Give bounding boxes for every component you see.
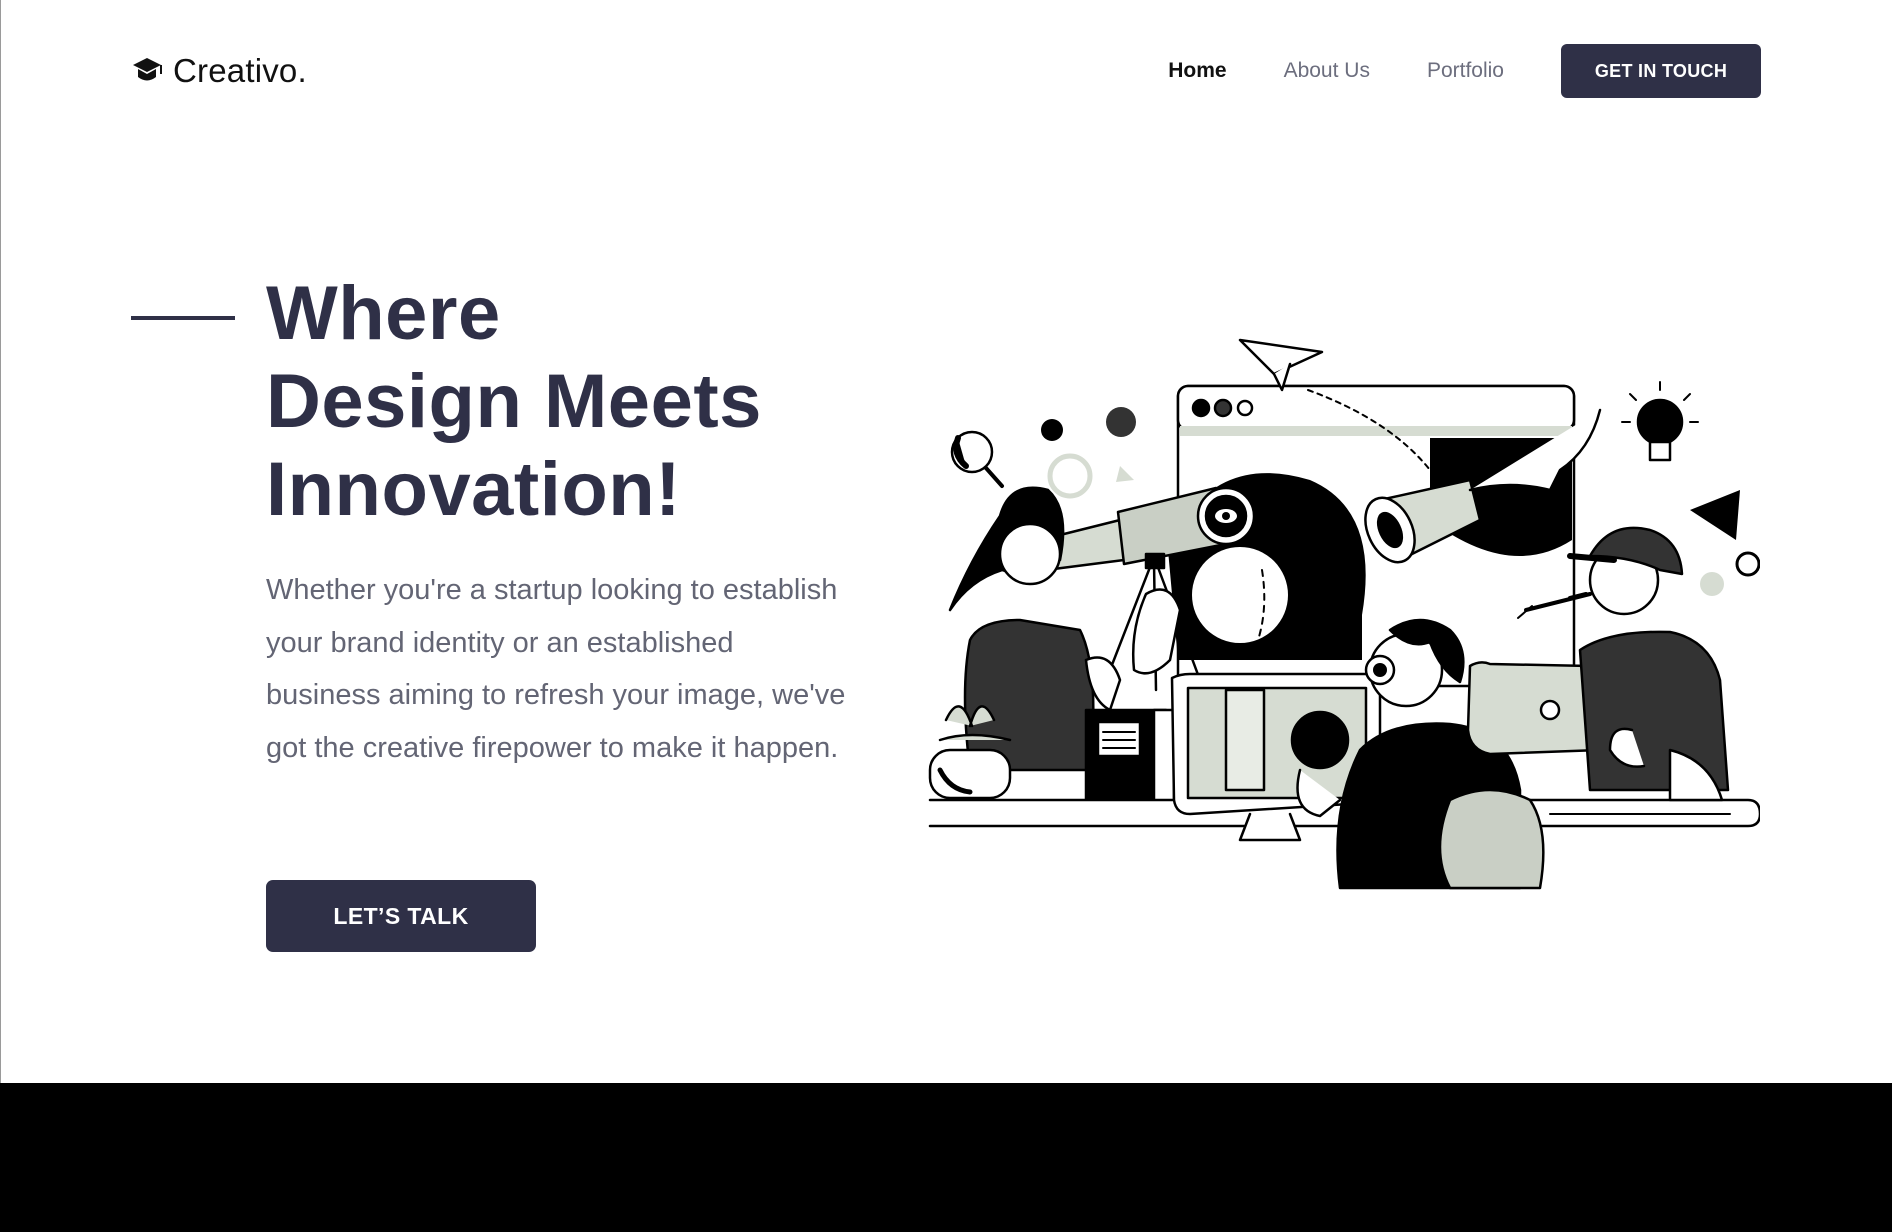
brand-logo[interactable]: Creativo.	[131, 50, 307, 92]
nav-portfolio[interactable]: Portfolio	[1427, 59, 1504, 83]
lets-talk-button[interactable]: LET’S TALK	[266, 880, 536, 952]
creative-team-illustration	[928, 338, 1760, 890]
hero-title-line: Innovation!	[266, 447, 682, 532]
nav-home[interactable]: Home	[1168, 59, 1226, 83]
main-nav: Home About Us Portfolio GET IN TOUCH	[1168, 44, 1761, 98]
hero-accent-line	[131, 316, 235, 320]
hero-description: Whether you're a startup looking to esta…	[266, 574, 846, 764]
brand-name: Creativo.	[173, 52, 307, 89]
footer-band	[0, 1083, 1892, 1232]
hero-title: Where Design Meets Innovation!	[266, 270, 762, 534]
page-edge	[0, 0, 1, 1083]
hero-title-line: Design Meets	[266, 359, 762, 444]
graduation-cap-icon	[133, 58, 162, 81]
nav-about-us[interactable]: About Us	[1284, 59, 1370, 83]
hero-title-line: Where	[266, 271, 501, 356]
get-in-touch-button[interactable]: GET IN TOUCH	[1561, 44, 1761, 98]
